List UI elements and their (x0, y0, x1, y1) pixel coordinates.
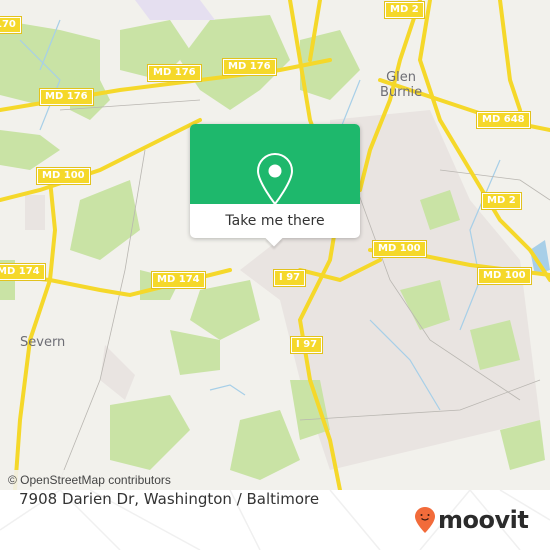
road-shield-md100: MD 100 (36, 167, 91, 185)
road-shield-md176: MD 176 (147, 64, 202, 82)
address-label: 7908 Darien Dr, Washington / Baltimore (19, 490, 320, 508)
road-shield-md176: MD 176 (39, 88, 94, 106)
road-shield-i97: I 97 (289, 336, 324, 354)
map-pin-icon (256, 152, 294, 206)
road-shield-md174: MD 174 (0, 263, 46, 281)
road-shield-md100: MD 100 (477, 267, 532, 285)
footer: 7908 Darien Dr, Washington / Baltimore m… (0, 490, 550, 550)
road-shield-md176: MD 176 (222, 58, 277, 76)
place-label-line: Burnie (380, 85, 423, 100)
road-shield-md648: MD 648 (476, 111, 531, 129)
take-me-there-button[interactable]: Take me there (190, 204, 360, 238)
road-shield-md100: MD 100 (372, 240, 427, 258)
place-label-line: Glen (386, 70, 417, 85)
moovit-wordmark: moovit (438, 506, 529, 534)
road-shield-i97: I 97 (272, 269, 307, 287)
map-attribution[interactable]: © OpenStreetMap contributors (0, 470, 179, 490)
map[interactable]: MD 2 MD 176 MD 176 MD 176 MD 100 MD 100 … (0, 0, 550, 490)
place-label-severn: Severn (20, 335, 66, 350)
moovit-pin-icon (415, 507, 435, 533)
location-popup: Take me there (190, 124, 360, 247)
popup-header (190, 124, 360, 206)
place-label-glen-burnie: Glen Burnie (380, 70, 422, 100)
road-shield-md2: MD 2 (384, 1, 425, 19)
moovit-logo[interactable]: moovit (414, 506, 529, 534)
airport (135, 0, 215, 20)
road-shield-170: 170 (0, 16, 22, 34)
road-shield-md2: MD 2 (481, 192, 522, 210)
road-shield-md174: MD 174 (151, 271, 206, 289)
